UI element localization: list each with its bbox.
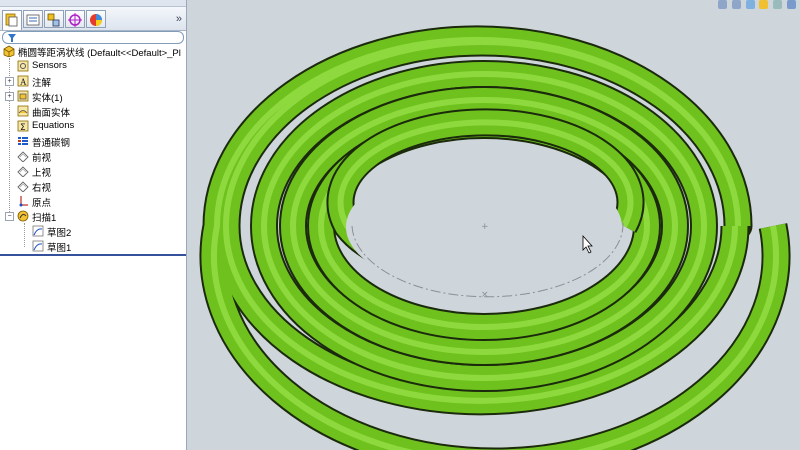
plane-icon	[17, 166, 29, 177]
featuremanager-tab[interactable]	[2, 10, 22, 30]
panel-top-strip	[0, 0, 186, 7]
equations-icon: Σ	[17, 120, 29, 132]
tree-item-label: 右视	[32, 183, 52, 194]
tree-item-solid-bodies[interactable]: + 实体(1)	[0, 89, 186, 104]
tree-item-front-plane[interactable]: 前视	[0, 149, 186, 164]
tree-item-label: 草图1	[47, 243, 72, 254]
tree-item-label: 上视	[32, 168, 52, 179]
tree-item-label: 前视	[32, 153, 52, 164]
tree-item-label: 实体(1)	[32, 93, 63, 104]
part-icon	[3, 45, 15, 57]
display-manager-tab[interactable]	[86, 10, 106, 28]
tree-item-material[interactable]: 普通碳钢	[0, 134, 186, 149]
solidworks-window: » 椭圆等距涡状线 (Default<<Default>_Pl Sensors …	[0, 0, 800, 450]
svg-text:A: A	[20, 77, 27, 87]
dimxpert-icon	[68, 13, 82, 27]
tree-item-right-plane[interactable]: 右视	[0, 179, 186, 194]
plane-icon	[17, 151, 29, 162]
appearance-icon	[90, 14, 102, 26]
origin-marker: +	[481, 222, 489, 232]
tree-root-part[interactable]: 椭圆等距涡状线 (Default<<Default>_Pl	[0, 44, 186, 59]
expand-toggle[interactable]: +	[5, 92, 14, 101]
panel-tab-bar: »	[0, 7, 186, 31]
rollback-bar[interactable]	[0, 254, 186, 256]
filter-icon	[8, 34, 16, 42]
panel-overflow-chevron[interactable]: »	[176, 13, 182, 25]
configurationmanager-tab[interactable]	[44, 10, 64, 28]
sketch-point-marker: ×	[481, 290, 489, 300]
tree-item-label: 注解	[32, 78, 52, 89]
tree-item-sketch1[interactable]: 草图1	[0, 239, 186, 254]
origin-icon	[19, 196, 28, 207]
tree-item-top-plane[interactable]: 上视	[0, 164, 186, 179]
tree-item-equations[interactable]: Σ Equations	[0, 119, 186, 134]
tree-item-label: Sensors	[32, 60, 67, 71]
collapse-toggle[interactable]: −	[5, 212, 14, 221]
model-view: + ×	[199, 25, 791, 450]
tree-item-sensors[interactable]: Sensors	[0, 59, 186, 74]
expand-toggle[interactable]: +	[5, 77, 14, 86]
graphics-area[interactable]: + ×	[187, 0, 800, 450]
tree-item-annotations[interactable]: + A 注解	[0, 74, 186, 89]
tree-item-label: 曲面实体	[32, 108, 71, 119]
svg-text:Σ: Σ	[20, 123, 26, 132]
tree-item-origin[interactable]: 原点	[0, 194, 186, 209]
tree-item-label: 原点	[32, 198, 52, 209]
feature-manager-panel: » 椭圆等距涡状线 (Default<<Default>_Pl Sensors …	[0, 0, 187, 450]
sensors-icon	[17, 60, 29, 72]
tree-item-label: 普通碳钢	[32, 138, 71, 149]
dimxpert-tab[interactable]	[65, 10, 85, 28]
tree-item-label: 草图2	[47, 228, 72, 239]
plane-icon	[17, 181, 29, 192]
tree-root-label: 椭圆等距涡状线 (Default<<Default>_Pl	[18, 48, 181, 59]
feature-tree-icon	[5, 13, 18, 27]
annotations-icon: A	[17, 75, 29, 87]
tree-item-surface-bodies[interactable]: 曲面实体	[0, 104, 186, 119]
sketch-icon	[32, 240, 44, 252]
tree-item-sketch2[interactable]: 草图2	[0, 224, 186, 239]
surface-bodies-icon	[17, 105, 29, 117]
tree-item-label: 扫描1	[32, 213, 57, 224]
sweep-icon	[17, 210, 29, 222]
filter-bar	[0, 30, 186, 44]
tree-item-sweep1[interactable]: − 扫描1	[0, 209, 186, 224]
configuration-icon	[47, 13, 60, 27]
propertymanager-tab[interactable]	[23, 10, 43, 28]
solid-bodies-icon	[17, 90, 29, 102]
material-icon	[18, 137, 28, 145]
sketch-icon	[32, 225, 44, 237]
tree-item-label: Equations	[32, 120, 75, 131]
tree-filter-input[interactable]	[2, 31, 184, 44]
property-icon	[26, 14, 40, 26]
